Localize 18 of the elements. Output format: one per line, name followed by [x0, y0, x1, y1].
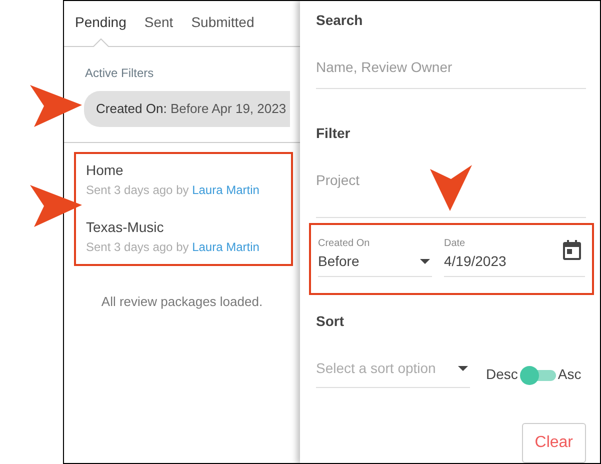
package-name[interactable]: Home [86, 160, 291, 180]
section-heading: Search [316, 11, 364, 30]
package-name[interactable]: Texas-Music [86, 216, 291, 238]
package-meta: Sent 3 days ago by Laura Martin [86, 238, 260, 256]
section-heading: Filter [316, 124, 352, 143]
created-on-select[interactable]: Created On Before [318, 236, 432, 277]
tab[interactable]: Sent [144, 1, 174, 47]
filter-chip[interactable]: Created On: Before Apr 19, 2023 [84, 91, 290, 126]
package-meta: Sent 3 days ago by Laura Martin [86, 182, 260, 198]
tab[interactable]: Submitted [191, 1, 254, 47]
tab[interactable]: Pending [75, 1, 126, 47]
section-heading: Sort [316, 312, 345, 331]
filters-heading: Active Filters [84, 65, 155, 82]
date-field[interactable]: Date 4/19/2023 [444, 236, 563, 272]
desc-label: Desc [486, 365, 518, 384]
status-text: All review packages loaded. [100, 292, 264, 311]
asc-label: Asc [558, 365, 582, 384]
search-field[interactable]: Name, Review Owner [316, 57, 586, 89]
